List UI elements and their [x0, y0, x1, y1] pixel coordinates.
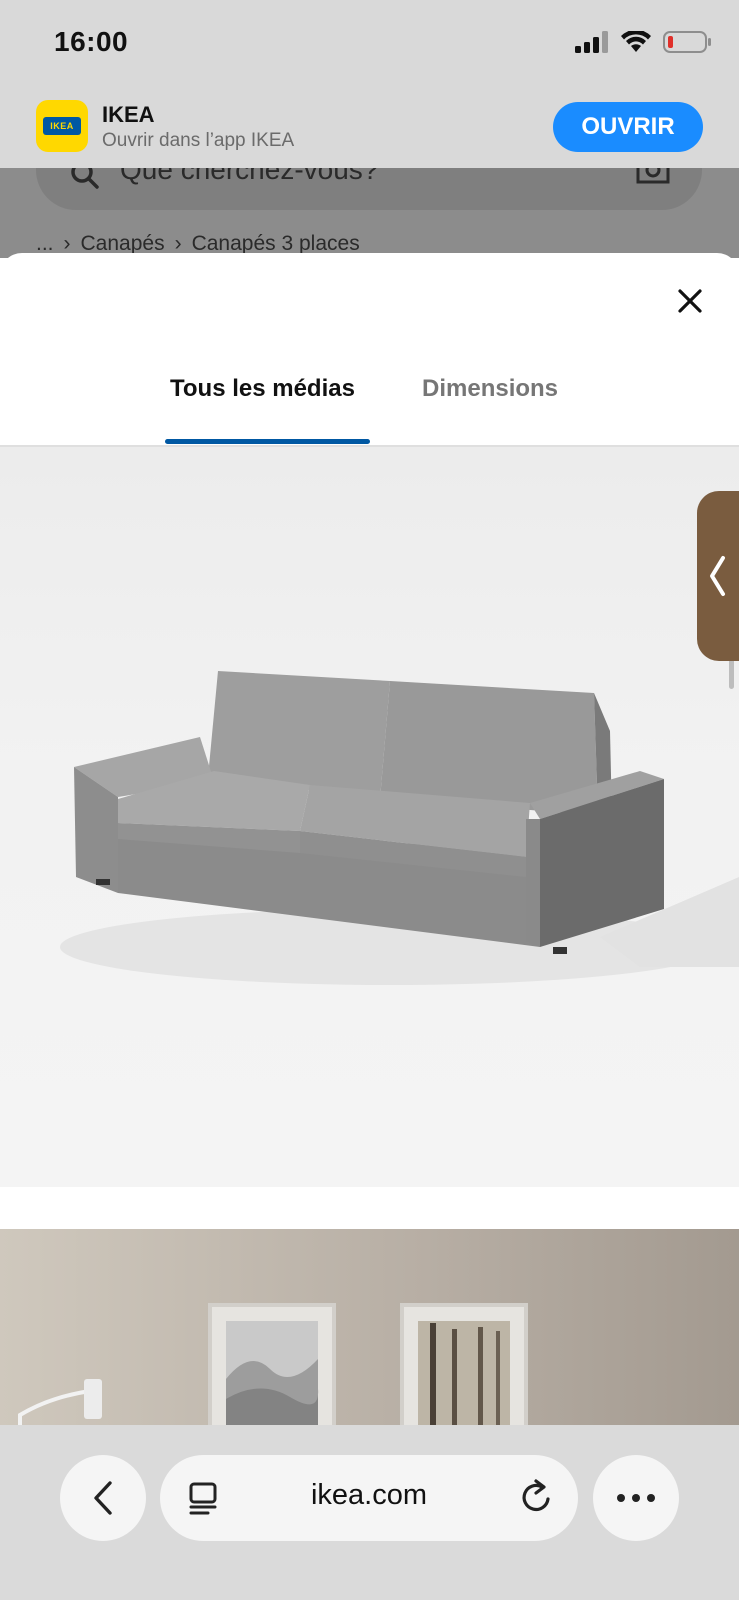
more-icon: [617, 1494, 655, 1502]
side-drawer-handle[interactable]: [697, 491, 739, 661]
more-button[interactable]: [593, 1455, 679, 1541]
search-input[interactable]: Que cherchez-vous?: [120, 168, 378, 186]
status-bar: 16:00: [0, 0, 739, 92]
living-room-illustration: [18, 1303, 528, 1425]
reload-icon[interactable]: [520, 1479, 554, 1515]
close-button[interactable]: [670, 281, 710, 321]
sofa-illustration: [60, 671, 739, 985]
address-bar[interactable]: ikea.com: [160, 1455, 578, 1541]
background-page: Que cherchez-vous? ... › Canapés › Canap…: [0, 168, 739, 258]
camera-search-icon[interactable]: [636, 168, 670, 184]
app-subtitle: Ouvrir dans l’app IKEA: [102, 130, 295, 151]
battery-low-icon: [663, 31, 711, 53]
open-app-button[interactable]: OUVRIR: [553, 102, 703, 152]
active-tab-indicator: [165, 439, 370, 444]
tab-dimensions[interactable]: Dimensions: [422, 375, 558, 403]
status-time: 16:00: [54, 26, 129, 57]
product-image-living-room[interactable]: [0, 1229, 739, 1425]
status-icons: [575, 30, 711, 54]
ikea-app-icon: IKEA: [36, 100, 88, 152]
ikea-mobile-page: 16:00 IKEA IKEA Ouvrir dans l’app IKEA O…: [0, 0, 739, 1600]
search-icon: [71, 168, 99, 189]
back-button[interactable]: [60, 1455, 146, 1541]
url-text[interactable]: ikea.com: [160, 1479, 578, 1512]
tab-all-media[interactable]: Tous les médias: [170, 375, 355, 403]
close-icon: [678, 289, 702, 313]
chevron-left-icon: [710, 556, 725, 596]
ikea-logo-text: IKEA: [50, 121, 74, 131]
media-tabs: Tous les médias Dimensions: [0, 365, 739, 447]
app-name: IKEA: [102, 102, 155, 127]
browser-toolbar: ikea.com: [0, 1425, 739, 1600]
chevron-left-icon: [94, 1481, 112, 1515]
search-bar[interactable]: Que cherchez-vous?: [36, 168, 702, 210]
signal-icon: [575, 31, 608, 53]
wifi-icon: [621, 31, 651, 52]
app-banner: IKEA IKEA Ouvrir dans l’app IKEA OUVRIR: [0, 92, 739, 168]
media-modal: Tous les médias Dimensions: [0, 253, 739, 1425]
product-image-sofa[interactable]: [0, 447, 739, 1187]
